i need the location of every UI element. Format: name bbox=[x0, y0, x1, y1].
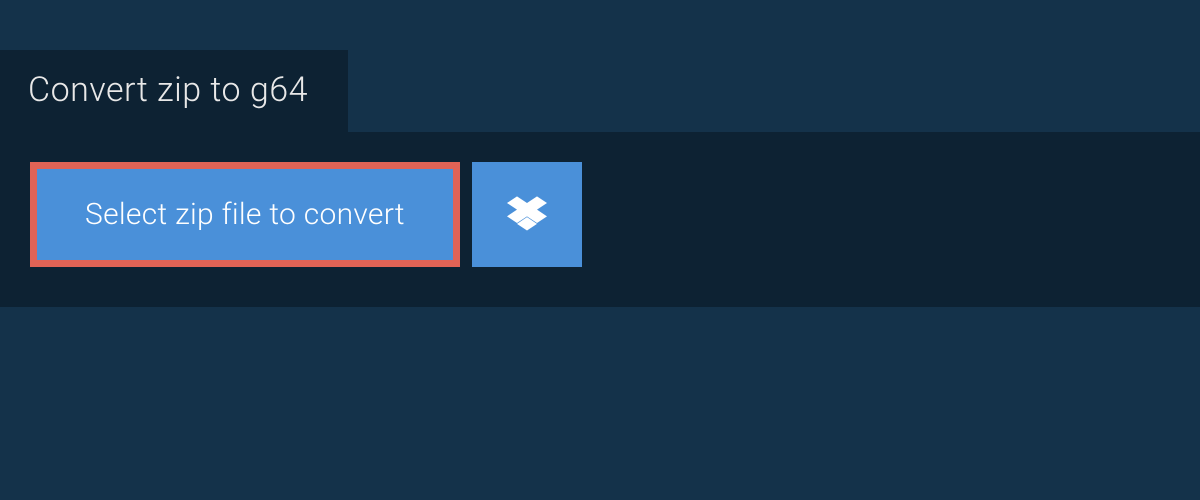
converter-panel: Select zip file to convert bbox=[0, 132, 1200, 307]
select-file-button[interactable]: Select zip file to convert bbox=[30, 162, 460, 267]
select-file-label: Select zip file to convert bbox=[85, 197, 405, 232]
tab-bar: Convert zip to g64 bbox=[0, 0, 1200, 132]
button-row: Select zip file to convert bbox=[30, 162, 1170, 267]
tab-convert[interactable]: Convert zip to g64 bbox=[0, 50, 348, 132]
dropbox-button[interactable] bbox=[472, 162, 582, 267]
dropbox-icon bbox=[507, 193, 547, 237]
tab-label: Convert zip to g64 bbox=[28, 70, 308, 110]
